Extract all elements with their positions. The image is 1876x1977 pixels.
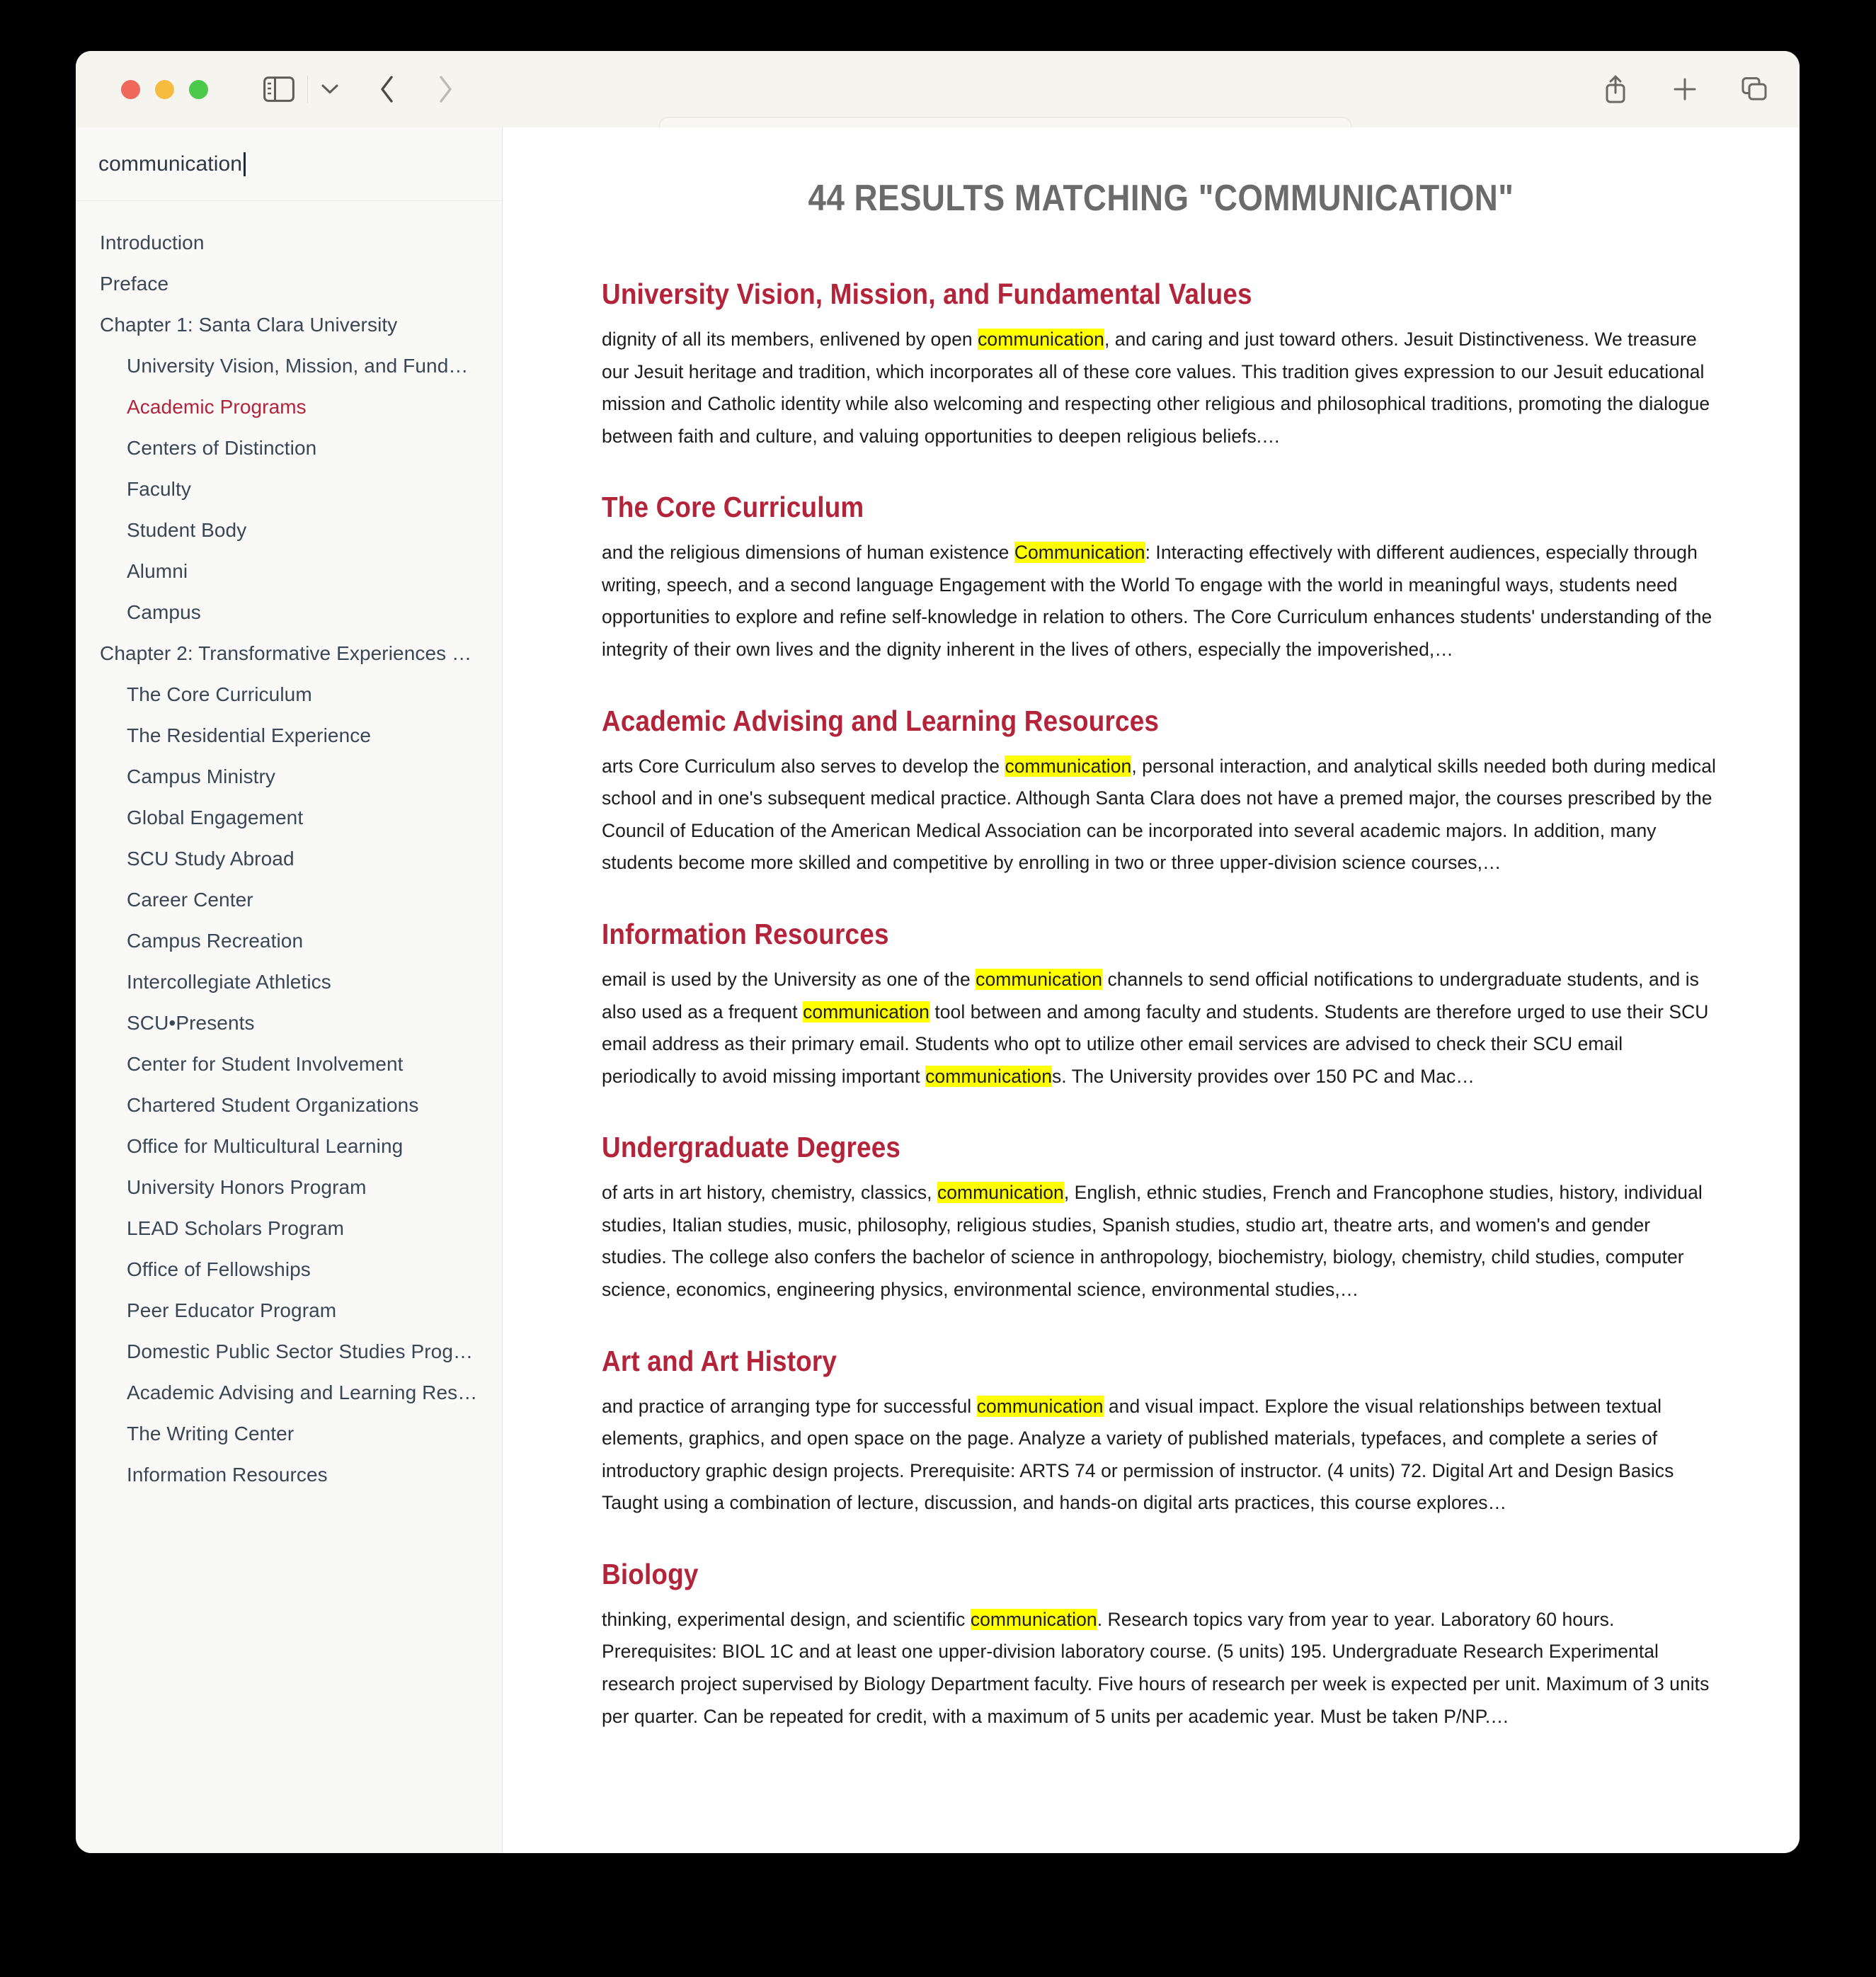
search-term-highlight: communication <box>970 1608 1097 1630</box>
search-result: The Core Curriculum and the religious dim… <box>602 491 1720 666</box>
toolbar-right-group <box>1600 51 1770 127</box>
sidebar-item-10[interactable]: Chapter 2: Transformative Experiences a… <box>76 633 502 674</box>
sidebar-item-16[interactable]: Career Center <box>76 879 502 921</box>
search-results-list: University Vision, Mission, and Fundamen… <box>602 278 1720 1733</box>
result-title-link[interactable]: Undergraduate Degrees <box>602 1131 1608 1164</box>
result-snippet: arts Core Curriculum also serves to deve… <box>602 751 1720 879</box>
sidebar-item-29[interactable]: The Writing Center <box>76 1413 502 1454</box>
snippet-text: and the religious dimensions of human ex… <box>602 542 1014 564</box>
sidebar-item-18[interactable]: Intercollegiate Athletics <box>76 962 502 1003</box>
result-title-link[interactable]: University Vision, Mission, and Fundamen… <box>602 278 1608 311</box>
toolbar-divider <box>307 76 308 103</box>
result-title-link[interactable]: Academic Advising and Learning Resources <box>602 705 1608 738</box>
back-arrow-icon[interactable] <box>373 74 401 105</box>
sidebar-item-30[interactable]: Information Resources <box>76 1454 502 1495</box>
result-snippet: and the religious dimensions of human ex… <box>602 537 1720 666</box>
result-snippet: of arts in art history, chemistry, class… <box>602 1177 1720 1306</box>
sidebar-item-8[interactable]: Alumni <box>76 551 502 592</box>
search-term-highlight: communication <box>925 1065 1052 1087</box>
plus-icon[interactable] <box>1669 73 1700 106</box>
sidebar-item-11[interactable]: The Core Curriculum <box>76 674 502 715</box>
toolbar-left-group <box>208 74 459 105</box>
snippet-text: of arts in art history, chemistry, class… <box>602 1182 937 1204</box>
chevron-down-icon[interactable] <box>316 76 343 103</box>
main-panel: 44 RESULTS MATCHING "COMMUNICATION" Univ… <box>503 127 1800 1853</box>
text-cursor <box>244 152 246 176</box>
sidebar-item-17[interactable]: Campus Recreation <box>76 921 502 962</box>
sidebar: communication Introduction Preface Chapter… <box>76 127 503 1853</box>
snippet-text: dignity of all its members, enlivened by… <box>602 329 978 350</box>
sidebar-item-20[interactable]: Center for Student Involvement <box>76 1044 502 1085</box>
result-snippet: and practice of arranging type for succe… <box>602 1391 1720 1520</box>
sidebar-item-9[interactable]: Campus <box>76 592 502 633</box>
snippet-text: and practice of arranging type for succe… <box>602 1395 977 1417</box>
sidebar-search-row[interactable]: communication <box>76 127 502 201</box>
share-icon[interactable] <box>1600 73 1631 106</box>
forward-arrow-icon <box>431 74 459 105</box>
sidebar-item-28[interactable]: Academic Advising and Learning Res… <box>76 1372 502 1413</box>
search-input[interactable]: communication <box>98 152 246 176</box>
sidebar-item-14[interactable]: Global Engagement <box>76 797 502 838</box>
sidebar-item-26[interactable]: Peer Educator Program <box>76 1290 502 1331</box>
sidebar-item-13[interactable]: Campus Ministry <box>76 756 502 797</box>
sidebar-item-2[interactable]: Chapter 1: Santa Clara University <box>76 304 502 346</box>
result-title-link[interactable]: Information Resources <box>602 918 1608 951</box>
search-term-highlight: Communication <box>1014 542 1145 564</box>
snippet-text: email is used by the University as one o… <box>602 968 976 990</box>
search-term-highlight: communication <box>1005 755 1132 777</box>
result-title-link[interactable]: Art and Art History <box>602 1345 1608 1378</box>
search-term-highlight: communication <box>976 1395 1104 1417</box>
sidebar-item-25[interactable]: Office of Fellowships <box>76 1249 502 1290</box>
result-title-link[interactable]: The Core Curriculum <box>602 491 1608 524</box>
sidebar-item-4[interactable]: Academic Programs <box>76 387 502 428</box>
search-result: Information Resources email is used by th… <box>602 918 1720 1093</box>
sidebar-item-27[interactable]: Domestic Public Sector Studies Progr… <box>76 1331 502 1372</box>
search-result: Academic Advising and Learning Resources… <box>602 705 1720 879</box>
search-result: Art and Art History and practice of arran… <box>602 1345 1720 1520</box>
search-term-highlight: communication <box>978 329 1104 350</box>
search-term-highlight: communication <box>976 968 1103 990</box>
sidebar-item-6[interactable]: Faculty <box>76 469 502 510</box>
close-button[interactable] <box>121 79 140 99</box>
sidebar-nav-list[interactable]: Introduction Preface Chapter 1: Santa Clar… <box>76 201 502 1853</box>
browser-content: communication Introduction Preface Chapter… <box>76 127 1800 1853</box>
sidebar-item-3[interactable]: University Vision, Mission, and Funda… <box>76 346 502 387</box>
minimize-button[interactable] <box>155 79 174 99</box>
result-snippet: email is used by the University as one o… <box>602 964 1720 1093</box>
sidebar-item-22[interactable]: Office for Multicultural Learning <box>76 1126 502 1167</box>
snippet-text: thinking, experimental design, and scien… <box>602 1608 971 1630</box>
search-result: Undergraduate Degrees of arts in art hist… <box>602 1131 1720 1306</box>
search-input-value: communication <box>98 152 243 176</box>
search-result: University Vision, Mission, and Fundamen… <box>602 278 1720 452</box>
sidebar-toggle-icon[interactable] <box>263 76 294 102</box>
sidebar-item-0[interactable]: Introduction <box>76 222 502 263</box>
traffic-lights <box>121 79 208 99</box>
search-term-highlight: communication <box>803 1001 930 1022</box>
sidebar-item-24[interactable]: LEAD Scholars Program <box>76 1208 502 1249</box>
search-term-highlight: communication <box>937 1182 1064 1204</box>
sidebar-item-15[interactable]: SCU Study Abroad <box>76 838 502 879</box>
result-snippet: thinking, experimental design, and scien… <box>602 1604 1720 1733</box>
search-result: Biology thinking, experimental design, an… <box>602 1558 1720 1733</box>
sidebar-item-5[interactable]: Centers of Distinction <box>76 428 502 469</box>
result-title-link[interactable]: Biology <box>602 1558 1608 1591</box>
sidebar-item-12[interactable]: The Residential Experience <box>76 715 502 756</box>
sidebar-item-23[interactable]: University Honors Program <box>76 1167 502 1208</box>
zoom-button[interactable] <box>189 79 208 99</box>
sidebar-item-21[interactable]: Chartered Student Organizations <box>76 1085 502 1126</box>
browser-toolbar: scu.edu <box>76 51 1800 161</box>
result-snippet: dignity of all its members, enlivened by… <box>602 324 1720 452</box>
browser-window: scu.edu <box>76 51 1800 1853</box>
sidebar-item-1[interactable]: Preface <box>76 263 502 304</box>
snippet-text: arts Core Curriculum also serves to deve… <box>602 755 1005 777</box>
results-heading: 44 RESULTS MATCHING "COMMUNICATION" <box>808 178 1514 219</box>
sidebar-item-19[interactable]: SCU•Presents <box>76 1003 502 1044</box>
snippet-text: s. The University provides over 150 PC a… <box>1052 1065 1475 1087</box>
tab-overview-icon[interactable] <box>1739 73 1770 106</box>
sidebar-item-7[interactable]: Student Body <box>76 510 502 551</box>
